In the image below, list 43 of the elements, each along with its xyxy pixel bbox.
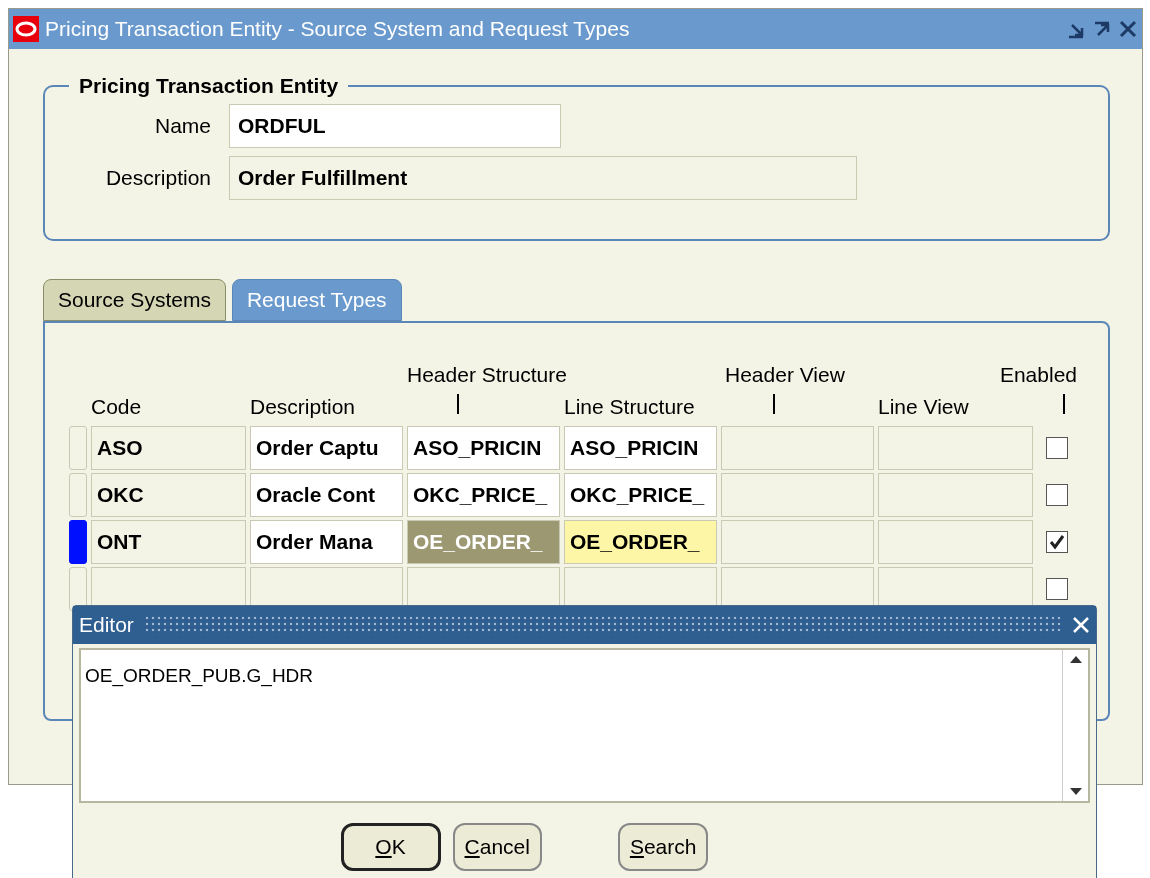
dialog-button[interactable]: OK	[340, 823, 441, 871]
table-cell[interactable]: OE_ORDER_	[564, 520, 717, 564]
column-header: Description	[250, 395, 356, 418]
table-cell[interactable]	[878, 426, 1033, 470]
table-cell[interactable]	[878, 473, 1033, 517]
dialog-button[interactable]: Search	[617, 823, 709, 871]
table-cell[interactable]: Oracle Cont	[250, 473, 403, 517]
close-icon[interactable]	[1118, 19, 1138, 39]
field-label: Name	[153, 113, 212, 140]
window-title: Pricing Transaction Entity - Source System and Request Types	[45, 16, 631, 43]
table-cell[interactable]: Order Mana	[250, 520, 403, 564]
table-cell[interactable]: ASO_PRICIN	[564, 426, 717, 470]
checkbox[interactable]	[1046, 484, 1068, 506]
checkbox[interactable]	[1046, 578, 1068, 600]
dialog-title: Editor	[79, 612, 134, 639]
column-header: Enabled	[999, 362, 1077, 388]
table-cell[interactable]: OKC_PRICE_	[564, 473, 717, 517]
table-cell[interactable]	[721, 473, 874, 517]
table-cell[interactable]	[878, 520, 1033, 564]
column-header: Code	[91, 395, 142, 418]
scroll-up-icon[interactable]	[1067, 654, 1084, 664]
checkbox[interactable]	[1046, 531, 1068, 553]
column-header: Line Structure	[564, 395, 695, 418]
logo-icon	[13, 16, 39, 42]
table-cell[interactable]: OKC	[91, 473, 246, 517]
tab[interactable]: Source Systems	[43, 279, 226, 321]
table-cell[interactable]	[721, 520, 874, 564]
column-header: Line View	[878, 395, 969, 418]
table-cell[interactable]: Order Captu	[250, 426, 403, 470]
table-cell[interactable]: ASO	[91, 426, 246, 470]
dialog-button[interactable]: Cancel	[452, 823, 542, 871]
scroll-down-icon[interactable]	[1067, 787, 1084, 797]
checkbox[interactable]	[1046, 437, 1068, 459]
table-cell[interactable]: OKC_PRICE_	[407, 473, 560, 517]
table-cell[interactable]	[721, 426, 874, 470]
column-header: Header View	[725, 363, 845, 386]
column-header: Header Structure	[407, 363, 567, 386]
group-title: Pricing Transaction Entity	[78, 75, 340, 96]
table-cell[interactable]: ONT	[91, 520, 246, 564]
field-label: Description	[104, 165, 212, 192]
text-field[interactable]: Order Fulfillment	[229, 156, 857, 200]
text-field[interactable]: ORDFUL	[229, 104, 561, 148]
table-cell[interactable]: ASO_PRICIN	[407, 426, 560, 470]
